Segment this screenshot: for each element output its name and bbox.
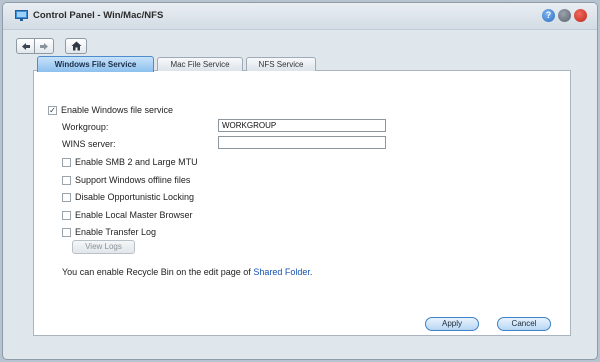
- recycle-bin-note: You can enable Recycle Bin on the edit p…: [62, 267, 312, 277]
- wins-server-label: WINS server:: [62, 139, 116, 149]
- shared-folder-link[interactable]: Shared Folder: [253, 267, 310, 277]
- window-title: Control Panel - Win/Mac/NFS: [33, 10, 164, 21]
- workgroup-label: Workgroup:: [62, 122, 109, 132]
- settings-panel: Windows File Service Mac File Service NF…: [33, 56, 571, 336]
- control-panel-icon: [15, 10, 28, 21]
- forward-button[interactable]: [35, 38, 54, 54]
- option-row[interactable]: Enable Local Master Browser: [62, 210, 193, 220]
- enable-windows-label: Enable Windows file service: [61, 105, 174, 115]
- offline-files-label: Support Windows offline files: [75, 175, 191, 185]
- local-master-browser-checkbox[interactable]: [62, 210, 71, 220]
- back-button[interactable]: [16, 38, 35, 54]
- home-icon: [71, 41, 81, 51]
- tab-nfs-service[interactable]: NFS Service: [246, 57, 316, 71]
- arrow-left-icon: [21, 42, 30, 50]
- smb2-checkbox[interactable]: [62, 157, 71, 167]
- enable-windows-row[interactable]: ✓ Enable Windows file service: [48, 105, 173, 115]
- transfer-log-label: Enable Transfer Log: [75, 227, 157, 237]
- option-row[interactable]: Disable Opportunistic Locking: [62, 192, 194, 202]
- help-button[interactable]: ?: [542, 9, 555, 22]
- control-panel-window: Control Panel - Win/Mac/NFS ? Windows Fi…: [2, 2, 598, 360]
- transfer-log-checkbox[interactable]: [62, 227, 71, 237]
- arrow-right-icon: [40, 42, 48, 50]
- note-suffix: .: [309, 267, 313, 277]
- enable-windows-checkbox[interactable]: ✓: [48, 105, 57, 115]
- home-button[interactable]: [65, 38, 87, 54]
- toolbar: [3, 30, 597, 56]
- local-master-browser-label: Enable Local Master Browser: [75, 210, 193, 220]
- option-row[interactable]: Support Windows offline files: [62, 175, 190, 185]
- apply-button[interactable]: Apply: [425, 317, 479, 331]
- note-text: You can enable Recycle Bin on the edit p…: [62, 267, 254, 277]
- view-logs-button[interactable]: View Logs: [72, 240, 135, 254]
- wins-server-input[interactable]: [218, 136, 386, 149]
- title-bar[interactable]: Control Panel - Win/Mac/NFS ?: [3, 3, 597, 30]
- option-row[interactable]: Enable Transfer Log: [62, 227, 156, 237]
- window-controls: ?: [542, 9, 587, 22]
- smb2-label: Enable SMB 2 and Large MTU: [75, 157, 198, 167]
- workgroup-input[interactable]: [218, 119, 386, 132]
- option-row[interactable]: Enable SMB 2 and Large MTU: [62, 157, 198, 167]
- tab-mac-file-service[interactable]: Mac File Service: [157, 57, 243, 71]
- opportunistic-locking-checkbox[interactable]: [62, 192, 71, 202]
- tab-windows-file-service[interactable]: Windows File Service: [37, 56, 154, 72]
- close-button[interactable]: [574, 9, 587, 22]
- cancel-button[interactable]: Cancel: [497, 317, 551, 331]
- offline-files-checkbox[interactable]: [62, 175, 71, 185]
- minimize-button[interactable]: [558, 9, 571, 22]
- opportunistic-locking-label: Disable Opportunistic Locking: [75, 192, 195, 202]
